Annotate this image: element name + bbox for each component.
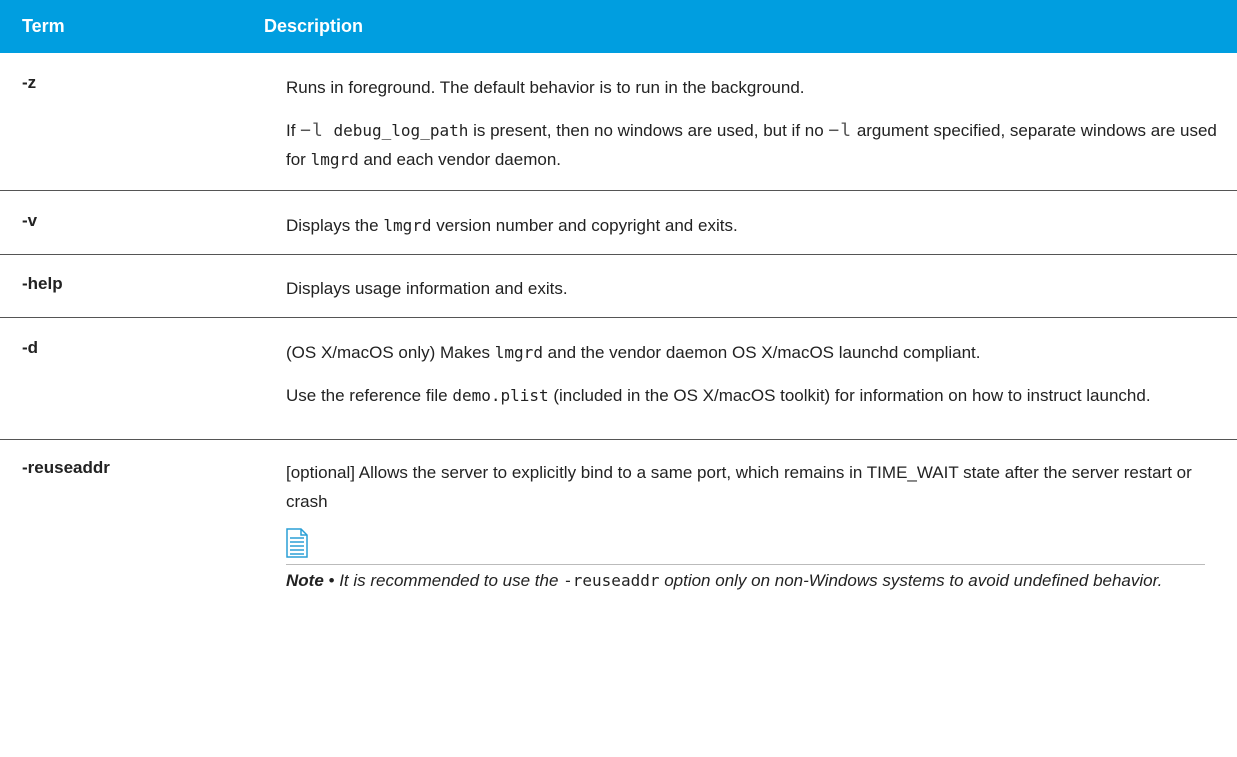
note-label: Note xyxy=(286,571,324,590)
flag-code: −l xyxy=(300,120,324,141)
option-term: -help xyxy=(22,274,63,293)
table-row: -d (OS X/macOS only) Makes lmgrd and the… xyxy=(0,318,1237,440)
option-description: Displays the lmgrd version number and co… xyxy=(286,216,738,235)
table-row: -reuseaddr [optional] Allows the server … xyxy=(0,440,1237,740)
header-term: Term xyxy=(22,16,65,36)
option-description: [optional] Allows the server to explicit… xyxy=(286,458,1237,740)
option-term: -z xyxy=(22,73,37,92)
inline-code: lmgrd xyxy=(494,343,543,362)
inline-code: demo.plist xyxy=(452,386,549,405)
inline-code: -reuseaddr xyxy=(563,571,660,590)
flag-code: −l xyxy=(828,120,853,141)
inline-code: lmgrd xyxy=(310,150,359,169)
option-description: Runs in foreground. The default behavior… xyxy=(286,73,1237,190)
description-paragraph: If −l debug_log_path is present, then no… xyxy=(286,120,1217,169)
option-term: -v xyxy=(22,211,38,230)
note-document-icon xyxy=(286,528,308,558)
option-description: (OS X/macOS only) Makes lmgrd and the ve… xyxy=(286,343,1151,405)
table-row: -v Displays the lmgrd version number and… xyxy=(0,191,1237,255)
table-row: -help Displays usage information and exi… xyxy=(0,255,1237,318)
option-term: -reuseaddr xyxy=(22,458,110,477)
options-table: Term Description -z Runs in foreground. … xyxy=(0,0,1237,740)
note-block: Note • It is recommended to use the -reu… xyxy=(286,528,1223,596)
description-paragraph: Runs in foreground. The default behavior… xyxy=(286,78,805,97)
table-header: Term Description xyxy=(0,0,1237,53)
header-description: Description xyxy=(264,16,364,36)
note-text: Note • It is recommended to use the -reu… xyxy=(286,571,1163,590)
table-row: -z Runs in foreground. The default behav… xyxy=(0,53,1237,191)
option-term: -d xyxy=(22,338,39,357)
option-description: Displays usage information and exits. xyxy=(286,279,568,298)
path-code: debug_log_path xyxy=(323,121,469,140)
inline-code: lmgrd xyxy=(383,216,432,235)
